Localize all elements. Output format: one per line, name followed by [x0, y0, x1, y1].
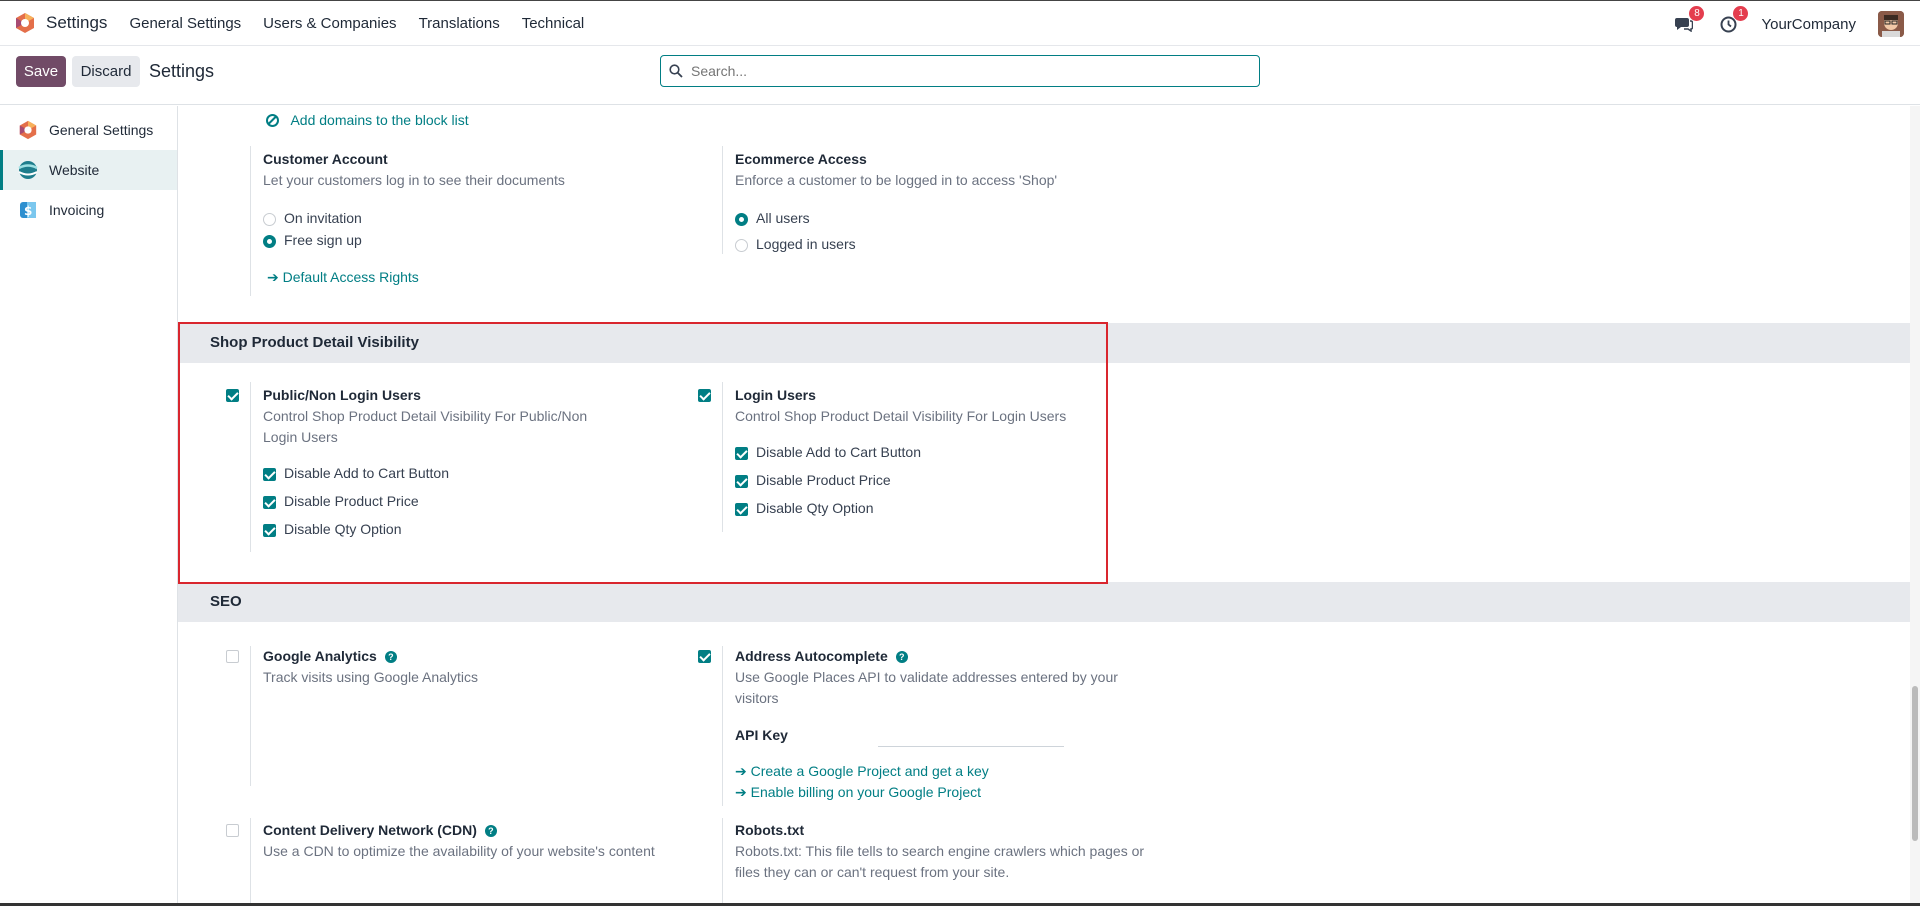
robots-desc: Robots.txt: This file tells to search en…: [735, 843, 1145, 880]
user-avatar[interactable]: [1878, 11, 1904, 37]
radio-logged-in-users[interactable]: [735, 239, 748, 252]
arrow-right-icon: ➔: [735, 763, 751, 779]
robots-title: Robots.txt: [735, 822, 805, 838]
discard-button[interactable]: Discard: [72, 56, 140, 87]
search-box[interactable]: [660, 55, 1260, 87]
general-settings-icon: [18, 120, 38, 140]
company-switcher[interactable]: YourCompany: [1761, 16, 1856, 33]
google-analytics-checkbox[interactable]: [226, 650, 239, 663]
google-analytics-title: Google Analytics?: [263, 648, 397, 664]
all-users-label[interactable]: All users: [756, 210, 810, 226]
on-invitation-label[interactable]: On invitation: [284, 210, 362, 226]
top-navbar: Settings General Settings Users & Compan…: [0, 0, 1920, 46]
messages-badge: 8: [1689, 6, 1705, 21]
search-icon: [669, 64, 683, 78]
invoicing-icon: $: [18, 200, 38, 220]
scrollbar-thumb[interactable]: [1912, 686, 1918, 841]
cdn-title: Content Delivery Network (CDN)?: [263, 822, 497, 838]
control-panel: Save Discard Settings: [0, 47, 1920, 105]
sidebar-item-invoicing[interactable]: $ Invoicing: [0, 190, 177, 230]
seo-section-header: SEO: [178, 582, 1910, 622]
help-icon[interactable]: ?: [484, 825, 497, 837]
customer-account-title: Customer Account: [263, 151, 388, 167]
address-autocomplete-desc: Use Google Places API to validate addres…: [735, 669, 1118, 706]
breadcrumb: Settings: [149, 61, 215, 81]
settings-app-icon[interactable]: [14, 12, 36, 34]
website-icon: [18, 160, 38, 180]
cdn-desc: Use a CDN to optimize the availability o…: [263, 843, 655, 859]
sidebar-item-label: Website: [49, 162, 100, 178]
sidebar-item-label: Invoicing: [49, 202, 105, 218]
search-input[interactable]: [691, 63, 1231, 79]
radio-all-users[interactable]: [735, 213, 748, 226]
svg-text:$: $: [24, 204, 32, 218]
highlight-box: [178, 322, 1108, 584]
messages-button[interactable]: 8: [1673, 6, 1705, 35]
sidebar-item-website[interactable]: Website: [0, 150, 177, 190]
default-access-rights-link[interactable]: ➔ Default Access Rights: [267, 269, 419, 287]
help-icon[interactable]: ?: [384, 651, 397, 663]
radio-on-invitation[interactable]: [263, 213, 276, 226]
activity-button[interactable]: 1: [1717, 6, 1749, 35]
arrow-right-icon: ➔: [267, 269, 283, 285]
menu-technical[interactable]: Technical: [522, 15, 585, 32]
arrow-right-icon: ➔: [735, 784, 751, 800]
free-sign-up-label[interactable]: Free sign up: [284, 232, 362, 248]
logged-in-users-label[interactable]: Logged in users: [756, 236, 856, 252]
menu-translations[interactable]: Translations: [419, 15, 500, 32]
enable-billing-link[interactable]: ➔ Enable billing on your Google Project: [735, 784, 981, 802]
block-list-link[interactable]: Add domains to the block list: [266, 112, 469, 130]
api-key-input[interactable]: [878, 727, 1064, 747]
app-name[interactable]: Settings: [46, 13, 107, 33]
menu-general-settings[interactable]: General Settings: [129, 15, 241, 32]
google-analytics-desc: Track visits using Google Analytics: [263, 669, 479, 685]
customer-account-desc: Let your customers log in to see their d…: [263, 172, 565, 188]
address-autocomplete-title: Address Autocomplete?: [735, 648, 908, 664]
save-button[interactable]: Save: [16, 56, 66, 87]
cdn-checkbox[interactable]: [226, 824, 239, 837]
ecommerce-access-title: Ecommerce Access: [735, 151, 867, 167]
activity-badge: 1: [1733, 6, 1749, 21]
address-autocomplete-checkbox[interactable]: [698, 650, 711, 663]
create-google-project-link[interactable]: ➔ Create a Google Project and get a key: [735, 763, 989, 781]
sidebar-item-general-settings[interactable]: General Settings: [0, 110, 177, 150]
main-scrollbar[interactable]: [1910, 106, 1920, 906]
ban-icon: [266, 114, 279, 127]
radio-free-sign-up[interactable]: [263, 235, 276, 248]
seo-section-title: SEO: [210, 593, 242, 610]
settings-sidebar: General Settings Website $ Invoicing: [0, 106, 178, 906]
api-key-label: API Key: [735, 727, 788, 743]
block-list-link-label: Add domains to the block list: [290, 112, 469, 128]
ecommerce-access-desc: Enforce a customer to be logged in to ac…: [735, 172, 1058, 188]
help-icon[interactable]: ?: [895, 651, 908, 663]
sidebar-item-label: General Settings: [49, 122, 154, 138]
menu-users-companies[interactable]: Users & Companies: [263, 15, 396, 32]
